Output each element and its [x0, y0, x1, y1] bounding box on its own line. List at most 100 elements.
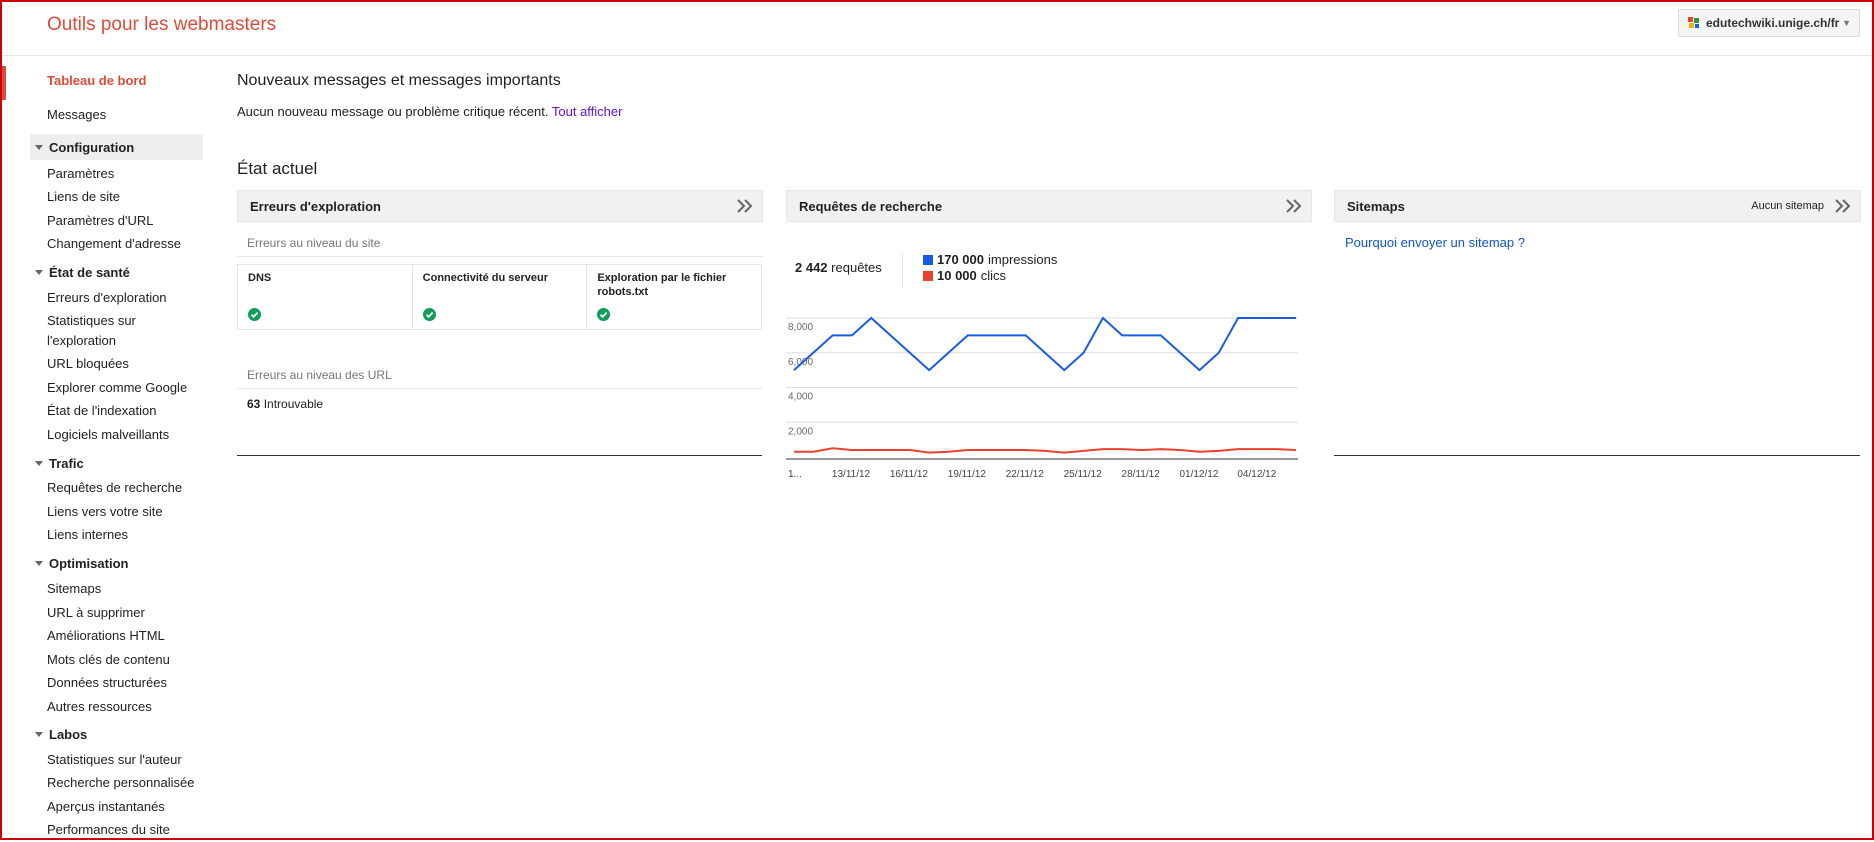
sidebar: Tableau de bord Messages Configuration P… — [2, 56, 207, 842]
crawl-errors-header[interactable]: Erreurs d'exploration — [237, 190, 763, 222]
sidebar-item-liens-de-site[interactable]: Liens de site — [47, 189, 120, 205]
server-connectivity-cell[interactable]: Connectivité du serveur — [413, 265, 588, 329]
x-tick-label: 01/12/12 — [1179, 469, 1218, 480]
sidebar-item-recherche-personnalisee[interactable]: Recherche personnalisée — [47, 775, 194, 791]
sitemaps-title: Sitemaps — [1347, 198, 1405, 214]
dns-label: DNS — [248, 272, 272, 284]
x-tick-label: 25/11/12 — [1064, 469, 1103, 480]
sidebar-item-statistiques-exploration[interactable]: Statistiques sur — [47, 313, 136, 329]
sidebar-item-performances-site[interactable]: Performances du site — [47, 822, 170, 838]
section-title: Labos — [49, 726, 88, 742]
sidebar-section-sante[interactable]: État de santé — [30, 259, 203, 285]
dns-cell[interactable]: DNS — [238, 265, 413, 329]
clicks-value: 10 000 — [937, 268, 977, 283]
sidebar-item-liens-vers-site[interactable]: Liens vers votre site — [47, 504, 163, 520]
sidebar-item-parametres[interactable]: Paramètres — [47, 166, 114, 182]
double-chevron-right-icon[interactable] — [1285, 198, 1303, 214]
sidebar-item-requetes-recherche[interactable]: Requêtes de recherche — [47, 480, 182, 496]
messages-heading: Nouveaux messages et messages importants — [237, 72, 561, 89]
check-circle-icon — [422, 308, 436, 321]
messages-text: Aucun nouveau message ou problème critiq… — [237, 104, 622, 119]
sidebar-item-liens-internes[interactable]: Liens internes — [47, 527, 128, 543]
double-chevron-right-icon[interactable] — [1834, 198, 1852, 214]
sidebar-item-statistiques-exploration-2[interactable]: l'exploration — [47, 333, 116, 349]
check-circle-icon — [597, 308, 611, 321]
messages-status: Aucun nouveau message ou problème critiq… — [237, 104, 549, 119]
site-favicon-icon — [1688, 17, 1699, 28]
x-tick-label: 04/12/12 — [1237, 469, 1276, 480]
sidebar-item-sitemaps[interactable]: Sitemaps — [47, 581, 101, 597]
y-tick-label: 6,000 — [788, 357, 813, 368]
sidebar-section-labos[interactable]: Labos — [30, 721, 203, 747]
site-selector[interactable]: edutechwiki.unige.ch/fr ▼ — [1678, 9, 1860, 37]
series-line-clics[interactable] — [794, 447, 1297, 454]
queries-label: requêtes — [831, 260, 882, 275]
impressions-value: 170 000 — [937, 252, 984, 267]
sidebar-item-erreurs-exploration[interactable]: Erreurs d'exploration — [47, 290, 167, 306]
robots-txt-cell[interactable]: Exploration par le fichier robots.txt — [587, 265, 761, 329]
not-found-count: 63 — [247, 397, 261, 411]
not-found-row[interactable]: 63 Introuvable — [247, 397, 323, 411]
x-tick-label: 28/11/12 — [1122, 469, 1161, 480]
legend-swatch-clicks — [923, 270, 933, 281]
crawl-errors-title: Erreurs d'exploration — [250, 198, 381, 214]
not-found-label: Introuvable — [263, 397, 324, 411]
search-queries-title: Requêtes de recherche — [799, 198, 943, 214]
legend-swatch-impressions — [923, 254, 933, 265]
x-tick-label: 22/11/12 — [1006, 469, 1045, 480]
sidebar-item-autres-ressources[interactable]: Autres ressources — [47, 699, 152, 715]
site-errors-grid: DNS Connectivité du serveur Exploration … — [237, 264, 762, 330]
why-submit-sitemap-link[interactable]: Pourquoi envoyer un sitemap ? — [1345, 235, 1525, 250]
sidebar-item-changement-adresse[interactable]: Changement d'adresse — [47, 236, 181, 252]
sidebar-item-messages[interactable]: Messages — [47, 107, 106, 123]
sidebar-item-apercus-instantanes[interactable]: Aperçus instantanés — [47, 799, 165, 815]
x-tick-label: 13/11/12 — [832, 469, 871, 480]
sidebar-item-url-bloquees[interactable]: URL bloquées — [47, 356, 129, 372]
series-line-impressions[interactable] — [793, 316, 1296, 372]
triangle-down-icon — [35, 460, 43, 466]
app-logo[interactable]: Outils pour les webmasters — [47, 14, 276, 36]
legend-impressions: 170 000 impressions — [923, 252, 1057, 267]
sidebar-item-logiciels-malveillants[interactable]: Logiciels malveillants — [47, 427, 169, 443]
sidebar-item-explorer-comme-google[interactable]: Explorer comme Google — [47, 380, 187, 396]
x-tick-label: 1... — [788, 469, 802, 480]
section-title: Trafic — [49, 455, 84, 471]
sidebar-item-parametres-url[interactable]: Paramètres d'URL — [47, 213, 154, 229]
sidebar-section-trafic[interactable]: Trafic — [30, 450, 203, 476]
sitemaps-header[interactable]: Sitemaps Aucun sitemap — [1334, 190, 1861, 222]
robots-txt-label: Exploration par le fichier robots.txt — [597, 272, 727, 298]
state-heading: État actuel — [237, 159, 318, 178]
top-bar: Outils pour les webmasters edutechwiki.u… — [2, 2, 1872, 56]
y-tick-label: 4,000 — [788, 392, 813, 403]
url-level-errors-label: Erreurs au niveau des URL — [247, 368, 392, 382]
panel-bottom-rule — [237, 455, 762, 456]
check-circle-icon — [248, 308, 261, 321]
search-queries-header[interactable]: Requêtes de recherche — [786, 190, 1312, 222]
sidebar-item-statistiques-auteur[interactable]: Statistiques sur l'auteur — [47, 752, 182, 768]
y-tick-label: 2,000 — [788, 426, 813, 437]
sidebar-section-optimisation[interactable]: Optimisation — [30, 550, 203, 576]
queries-count: 2 442 — [795, 260, 828, 275]
clicks-label: clics — [980, 268, 1007, 283]
view-all-link[interactable]: Tout afficher — [552, 104, 623, 119]
sidebar-item-ameliorations-html[interactable]: Améliorations HTML — [47, 628, 165, 644]
site-level-errors-label: Erreurs au niveau du site — [247, 236, 381, 250]
sidebar-item-donnees-structurees[interactable]: Données structurées — [47, 675, 167, 691]
sidebar-item-mots-cles[interactable]: Mots clés de contenu — [47, 652, 170, 668]
double-chevron-right-icon[interactable] — [736, 198, 754, 214]
sidebar-section-configuration[interactable]: Configuration — [30, 134, 203, 160]
sitemaps-status: Aucun sitemap — [1751, 200, 1824, 212]
section-title: État de santé — [49, 264, 130, 280]
y-tick-label: 8,000 — [788, 322, 813, 333]
triangle-down-icon — [35, 731, 43, 737]
divider — [237, 256, 762, 257]
sidebar-item-url-supprimer[interactable]: URL à supprimer — [47, 605, 145, 621]
triangle-down-icon — [35, 560, 43, 566]
sidebar-item-dashboard[interactable]: Tableau de bord — [47, 73, 146, 89]
x-tick-label: 19/11/12 — [948, 469, 987, 480]
triangle-down-icon — [35, 269, 43, 275]
divider — [902, 252, 903, 288]
search-queries-chart[interactable]: 8,000 6,000 4,000 2,000 1... 13/11/12 16/11/12… — [786, 312, 1312, 482]
divider — [237, 388, 762, 389]
sidebar-item-etat-indexation[interactable]: État de l'indexation — [47, 403, 156, 419]
